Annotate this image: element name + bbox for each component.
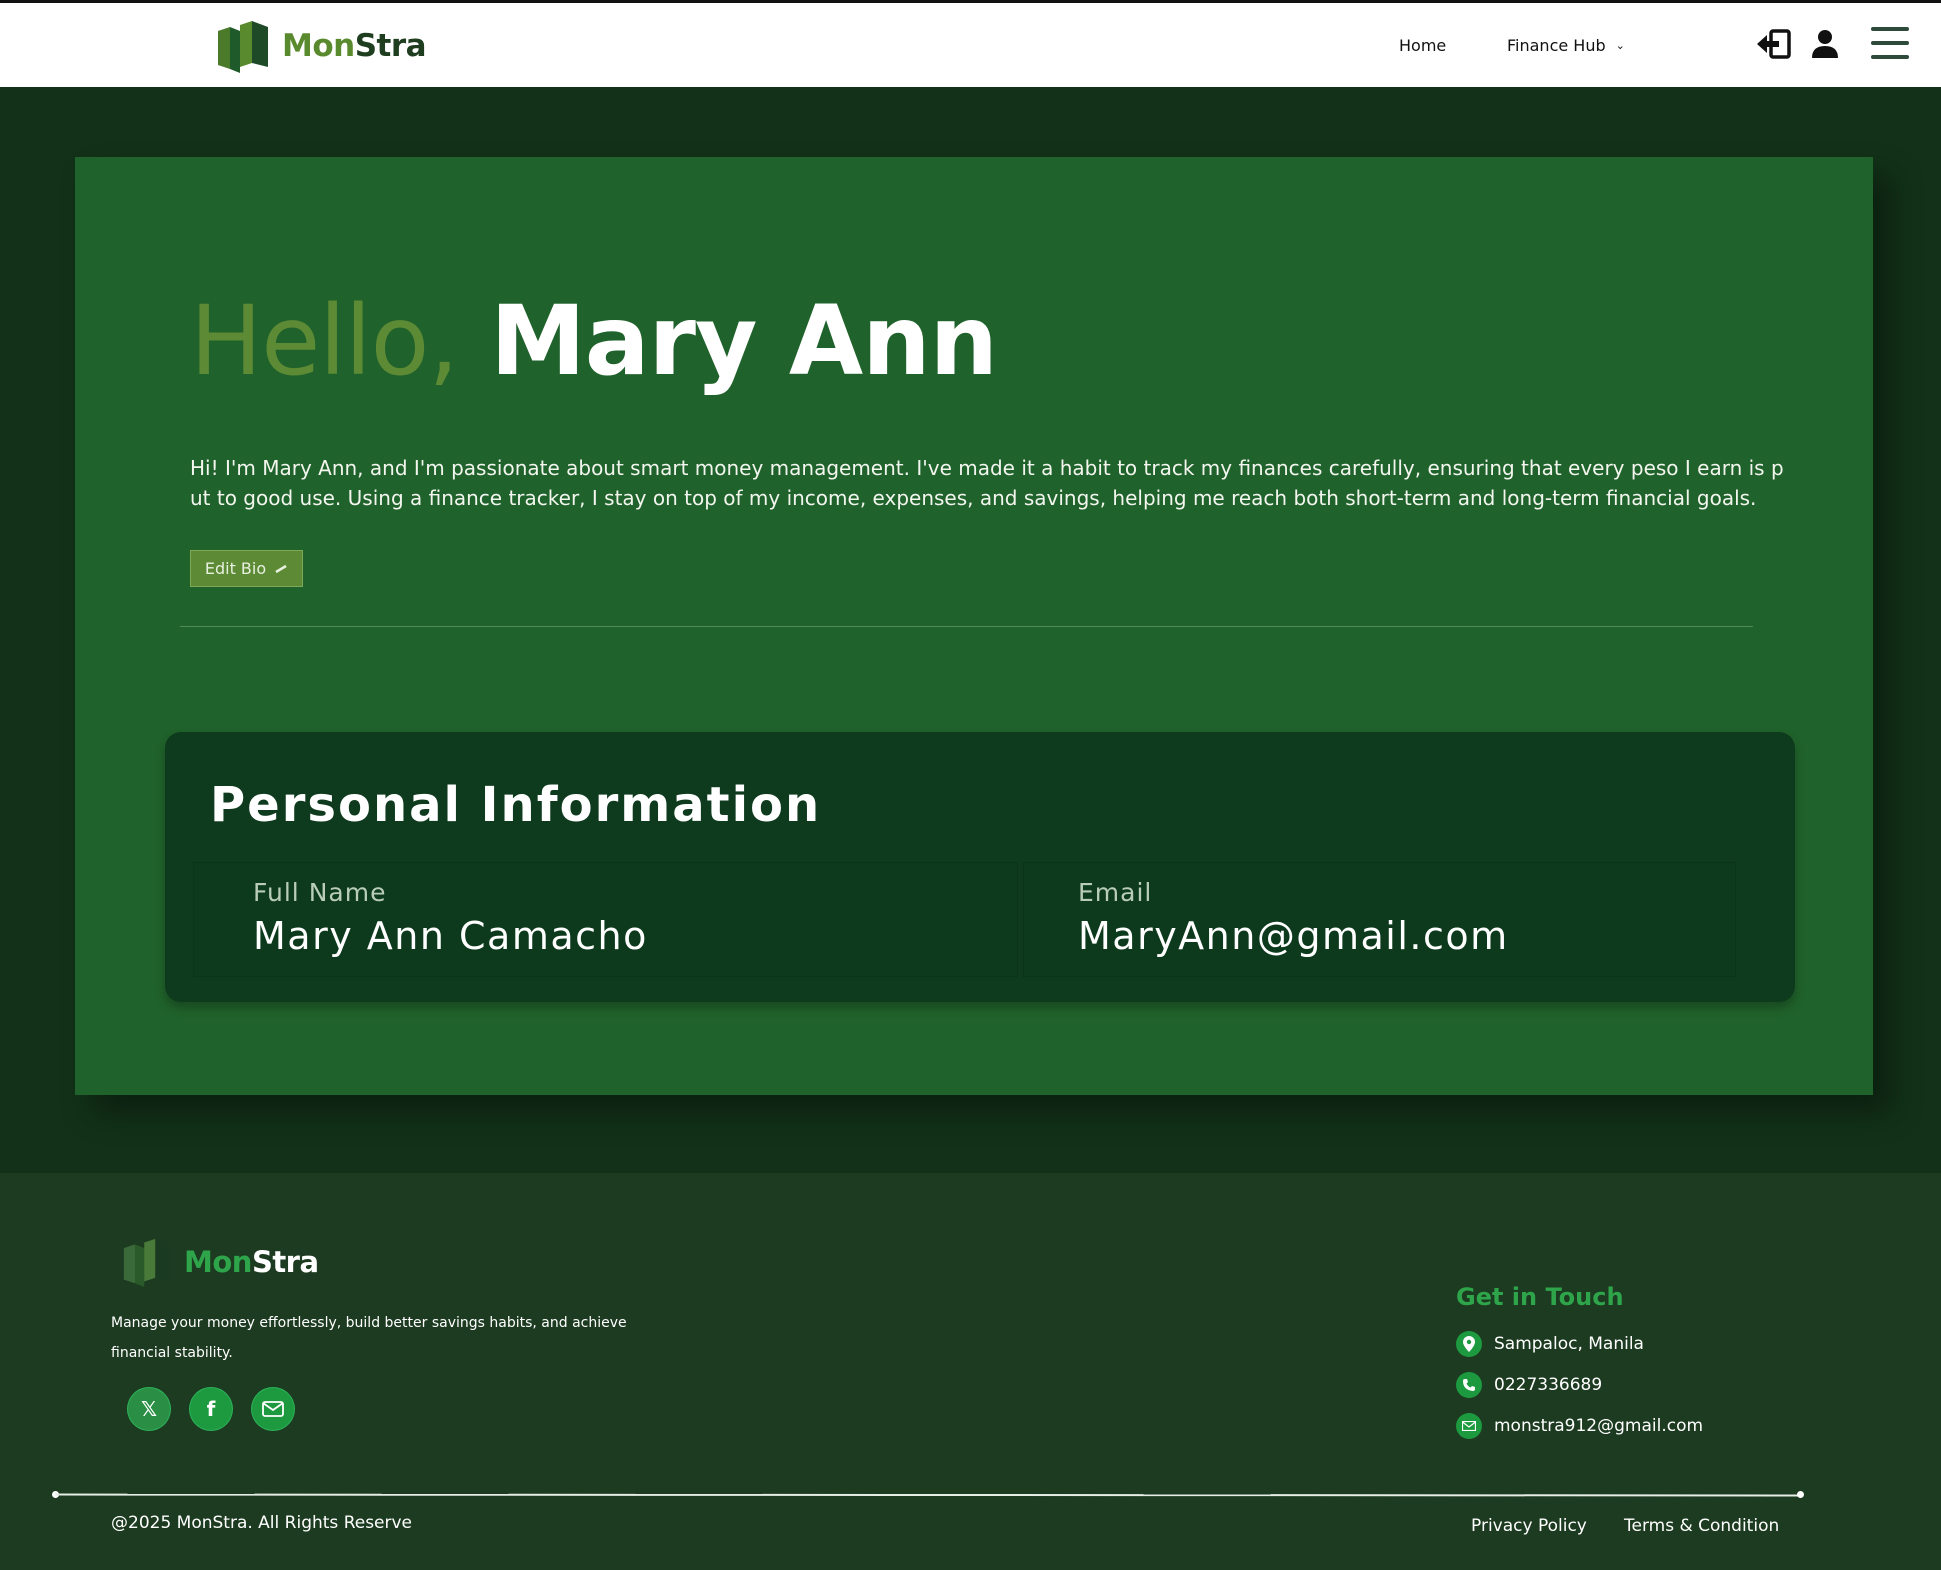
email-value: MaryAnn@gmail.com bbox=[1078, 914, 1509, 958]
footer-brand-name: MonStra bbox=[184, 1245, 319, 1279]
email-label: Email bbox=[1078, 878, 1153, 907]
contact-email-text[interactable]: monstra912@gmail.com bbox=[1494, 1416, 1703, 1436]
edit-bio-label: Edit Bio bbox=[204, 559, 267, 578]
chevron-down-icon: ⌄ bbox=[1615, 39, 1625, 52]
nav-home-link[interactable]: Home bbox=[1399, 36, 1446, 55]
brand-name-part1: Mon bbox=[282, 28, 355, 64]
privacy-policy-link[interactable]: Privacy Policy bbox=[1471, 1516, 1587, 1536]
greeting-hello: Hello, bbox=[190, 285, 459, 397]
contact-phone-text: 0227336689 bbox=[1494, 1375, 1603, 1395]
nav-finance-hub-label: Finance Hub bbox=[1507, 36, 1606, 55]
pencil-icon bbox=[275, 564, 287, 573]
brand-logo[interactable]: MonStra bbox=[216, 17, 427, 75]
contact-email: monstra912@gmail.com bbox=[1456, 1413, 1703, 1439]
footer-description: Manage your money effortlessly, build be… bbox=[111, 1315, 627, 1361]
contact-location-text: Sampaloc, Manila bbox=[1494, 1334, 1644, 1354]
edit-bio-button[interactable]: Edit Bio bbox=[190, 550, 303, 587]
email-field: Email MaryAnn@gmail.com bbox=[1023, 862, 1736, 977]
contact-location: Sampaloc, Manila bbox=[1456, 1331, 1644, 1357]
location-pin-icon bbox=[1456, 1331, 1482, 1357]
full-name-field: Full Name Mary Ann Camacho bbox=[193, 862, 1018, 977]
greeting-heading: Hello, Mary Ann bbox=[190, 285, 998, 397]
footer-logo[interactable]: MonStra bbox=[122, 1235, 319, 1289]
monstra-logo-icon bbox=[123, 1238, 171, 1287]
copyright-text: @2025 MonStra. All Rights Reserve bbox=[111, 1513, 413, 1533]
top-navbar: MonStra Home Finance Hub ⌄ bbox=[0, 0, 1941, 87]
facebook-icon[interactable]: f bbox=[190, 1388, 232, 1430]
footer-brand-part2: Stra bbox=[251, 1245, 319, 1279]
x-icon[interactable]: 𝕏 bbox=[128, 1388, 170, 1430]
site-footer: MonStra Manage your money effortlessly, … bbox=[0, 1173, 1941, 1570]
phone-icon bbox=[1456, 1372, 1482, 1398]
personal-info-panel: Personal Information Full Name Mary Ann … bbox=[165, 732, 1795, 1002]
brand-name: MonStra bbox=[282, 28, 427, 64]
full-name-value: Mary Ann Camacho bbox=[253, 914, 648, 958]
profile-card: Hello, Mary Ann Hi! I'm Mary Ann, and I'… bbox=[75, 157, 1873, 1095]
user-icon[interactable] bbox=[1811, 29, 1839, 59]
envelope-icon bbox=[1456, 1413, 1482, 1439]
footer-brand-part1: Mon bbox=[184, 1245, 252, 1279]
monstra-logo-icon bbox=[218, 21, 268, 73]
section-divider bbox=[180, 626, 1753, 627]
menu-icon[interactable] bbox=[1871, 27, 1909, 59]
logout-icon[interactable] bbox=[1757, 29, 1793, 59]
personal-info-title: Personal Information bbox=[210, 777, 822, 833]
full-name-label: Full Name bbox=[253, 878, 387, 907]
mail-icon[interactable] bbox=[252, 1388, 294, 1430]
nav-finance-hub-dropdown[interactable]: Finance Hub ⌄ bbox=[1507, 36, 1625, 55]
terms-link[interactable]: Terms & Condition bbox=[1624, 1516, 1779, 1536]
footer-line-dot bbox=[1797, 1491, 1804, 1498]
contact-phone: 0227336689 bbox=[1456, 1372, 1602, 1398]
brand-name-part2: Stra bbox=[354, 28, 427, 64]
get-in-touch-title: Get in Touch bbox=[1456, 1283, 1624, 1311]
footer-divider bbox=[54, 1493, 1801, 1497]
greeting-name: Mary Ann bbox=[490, 285, 998, 397]
bio-text: Hi! I'm Mary Ann, and I'm passionate abo… bbox=[190, 456, 1784, 510]
social-links: 𝕏 f bbox=[128, 1388, 294, 1430]
